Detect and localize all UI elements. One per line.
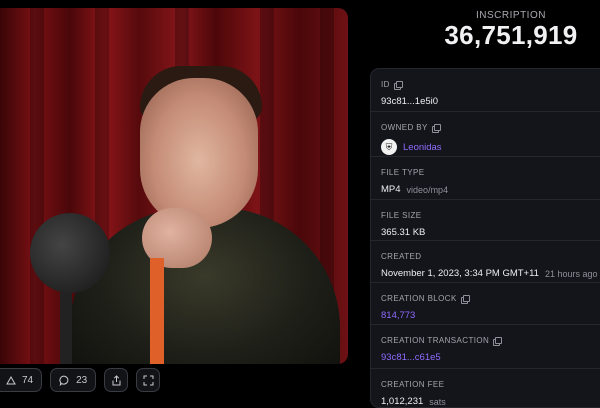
detail-created: CREATED November 1, 2023, 3:34 PM GMT+11…: [371, 241, 600, 283]
detail-id: ID 93c81...1e5i0: [371, 69, 600, 112]
id-label: ID: [381, 80, 390, 89]
creation-transaction-row: 93c81...c61e5: [381, 352, 599, 363]
file-type-label: FILE TYPE: [381, 168, 425, 177]
created-value: November 1, 2023, 3:34 PM GMT+11 21 hour…: [381, 268, 599, 279]
person-head: [140, 78, 258, 228]
creation-fee-label: CREATION FEE: [381, 380, 445, 389]
share-icon: [112, 374, 121, 385]
file-type-value: MP4 video/mp4: [381, 184, 599, 195]
inscription-number: 36,751,919: [444, 20, 578, 50]
fullscreen-button[interactable]: [136, 368, 161, 392]
triangle-up-icon: [6, 375, 16, 384]
creation-transaction-link[interactable]: 93c81...c61e5: [381, 352, 441, 363]
detail-creation-fee: CREATION FEE 1,012,231 sats: [371, 369, 600, 407]
file-size-value: 365.31 KB: [381, 227, 426, 238]
inscription-media-preview[interactable]: [0, 8, 348, 364]
owner: ⛨ Leonidas: [381, 139, 599, 155]
creation-fee-value: 1,012,231 sats: [381, 396, 599, 407]
microphone-arm: [60, 288, 72, 364]
curtain-fold: [30, 8, 44, 364]
comment-icon: [59, 375, 69, 386]
detail-owned-by: OWNED BY ⛨ Leonidas: [371, 112, 600, 157]
lanyard: [150, 258, 164, 364]
creation-block-link[interactable]: 814,773: [381, 310, 415, 321]
detail-label: CREATION BLOCK: [381, 283, 599, 304]
creation-fee: 1,012,231: [381, 396, 424, 407]
media-action-bar: 74 23: [0, 368, 161, 394]
detail-label: ID: [381, 69, 599, 90]
details-panel: ID 93c81...1e5i0 OWNED BY ⛨ Leonidas FIL…: [370, 68, 600, 408]
detail-creation-transaction: CREATION TRANSACTION 93c81...c61e5: [371, 325, 600, 369]
copy-icon[interactable]: [460, 294, 470, 304]
copy-icon[interactable]: [431, 123, 441, 133]
creation-fee-unit: sats: [429, 396, 446, 407]
owner-link[interactable]: Leonidas: [403, 142, 442, 153]
detail-creation-block: CREATION BLOCK 814,773: [371, 283, 600, 325]
detail-file-type: FILE TYPE MP4 video/mp4: [371, 157, 600, 200]
fullscreen-icon: [143, 375, 154, 385]
file-type: MP4: [381, 184, 401, 195]
creation-transaction-label: CREATION TRANSACTION: [381, 336, 490, 345]
mime-type: video/mp4: [406, 184, 449, 195]
detail-label: OWNED BY: [381, 112, 599, 133]
owner-avatar-icon: ⛨: [381, 139, 397, 155]
likes-count: 74: [22, 374, 34, 386]
creation-block-label: CREATION BLOCK: [381, 294, 457, 303]
file-size-label: FILE SIZE: [381, 211, 422, 220]
share-button[interactable]: [104, 368, 129, 392]
created-date: November 1, 2023, 3:34 PM GMT+11: [381, 268, 539, 279]
owned-by-label: OWNED BY: [381, 123, 428, 132]
microphone: [30, 213, 110, 293]
creation-block-row: 814,773: [381, 310, 599, 321]
created-relative: 21 hours ago: [544, 268, 598, 279]
created-label: CREATED: [381, 252, 422, 261]
id-value[interactable]: 93c81...1e5i0: [381, 96, 599, 107]
copy-icon[interactable]: [493, 336, 503, 346]
copy-icon[interactable]: [393, 80, 403, 90]
comment-button[interactable]: 23: [50, 368, 97, 392]
detail-file-size: FILE SIZE 365.31 KB: [371, 200, 600, 241]
comments-count: 23: [76, 374, 88, 386]
detail-label: CREATION TRANSACTION: [381, 325, 599, 346]
like-button[interactable]: 74: [0, 368, 43, 392]
